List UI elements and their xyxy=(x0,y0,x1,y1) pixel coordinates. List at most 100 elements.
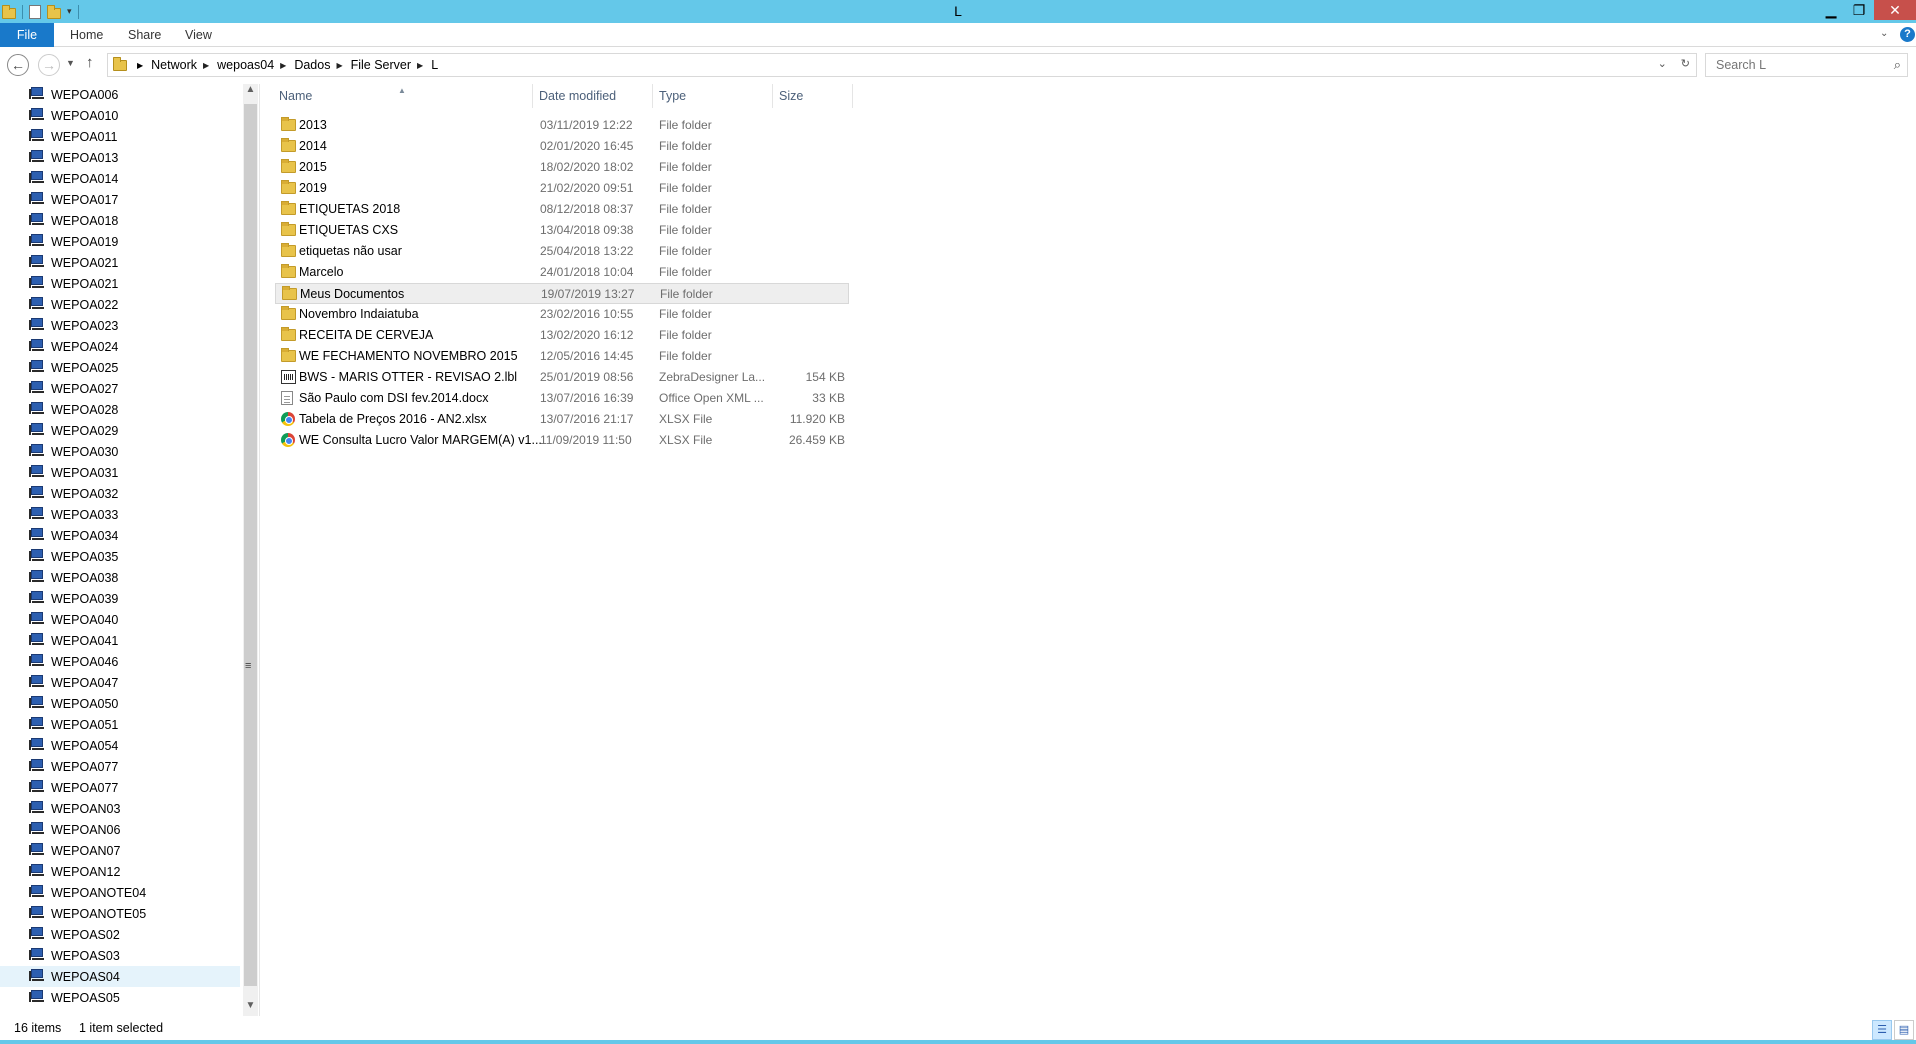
close-button[interactable]: ✕ xyxy=(1874,0,1916,20)
nav-item[interactable]: WEPOA077 xyxy=(0,777,240,798)
file-row[interactable]: 2013 03/11/2019 12:22 File folder xyxy=(275,115,849,136)
nav-item[interactable]: WEPOA034 xyxy=(0,525,240,546)
up-button[interactable]: ↑ xyxy=(86,54,94,71)
nav-item[interactable]: WEPOAN06 xyxy=(0,819,240,840)
nav-item[interactable]: WEPOA028 xyxy=(0,399,240,420)
nav-item[interactable]: WEPOA032 xyxy=(0,483,240,504)
address-history-dropdown-icon[interactable]: ⌄ xyxy=(1658,57,1667,70)
nav-item[interactable]: WEPOA006 xyxy=(0,84,240,105)
chevron-right-icon[interactable]: ▶ xyxy=(280,61,286,70)
tab-view[interactable]: View xyxy=(185,23,212,47)
scrollbar-thumb[interactable] xyxy=(244,104,257,986)
nav-item[interactable]: WEPOA011 xyxy=(0,126,240,147)
nav-item[interactable]: WEPOAS04 xyxy=(0,966,240,987)
nav-item[interactable]: WEPOA038 xyxy=(0,567,240,588)
expand-ribbon-icon[interactable]: ⌄ xyxy=(1880,28,1888,39)
file-row[interactable]: 2014 02/01/2020 16:45 File folder xyxy=(275,136,849,157)
column-header-date[interactable]: Date modified xyxy=(533,84,653,108)
navigation-pane[interactable]: WEPOA006 WEPOA010 WEPOA011 WEPOA013 WEPOA014… xyxy=(0,84,242,1016)
nav-item[interactable]: WEPOANOTE04 xyxy=(0,882,240,903)
file-row[interactable]: etiquetas não usar 25/04/2018 13:22 File f… xyxy=(275,241,849,262)
nav-item[interactable]: WEPOA010 xyxy=(0,105,240,126)
nav-item[interactable]: WEPOA024 xyxy=(0,336,240,357)
file-row[interactable]: WE FECHAMENTO NOVEMBRO 2015 12/05/2016 14… xyxy=(275,346,849,367)
search-icon[interactable]: ⌕ xyxy=(1894,57,1901,73)
column-header-type[interactable]: Type xyxy=(653,84,773,108)
file-row[interactable]: 2015 18/02/2020 18:02 File folder xyxy=(275,157,849,178)
nav-item[interactable]: WEPOA033 xyxy=(0,504,240,525)
nav-item[interactable]: WEPOA025 xyxy=(0,357,240,378)
nav-item[interactable]: WEPOA035 xyxy=(0,546,240,567)
nav-item[interactable]: WEPOA017 xyxy=(0,189,240,210)
nav-item[interactable]: WEPOA013 xyxy=(0,147,240,168)
breadcrumb-wepoas04[interactable]: wepoas04 ▶ xyxy=(217,58,294,72)
nav-item[interactable]: WEPOA014 xyxy=(0,168,240,189)
address-bar[interactable]: ▶ Network ▶ wepoas04 ▶ Dados ▶ File Server ▶… xyxy=(107,53,1697,77)
chevron-right-icon[interactable]: ▶ xyxy=(203,61,209,70)
nav-item[interactable]: WEPOA018 xyxy=(0,210,240,231)
file-row[interactable]: Marcelo 24/01/2018 10:04 File folder xyxy=(275,262,849,283)
file-row[interactable]: Tabela de Preços 2016 - AN2.xlsx 13/07/20… xyxy=(275,409,849,430)
nav-item[interactable]: WEPOA021 xyxy=(0,252,240,273)
chevron-right-icon[interactable]: ▶ xyxy=(336,61,342,70)
file-row[interactable]: BWS - MARIS OTTER - REVISAO 2.lbl 25/01/2… xyxy=(275,367,849,388)
chevron-right-icon[interactable]: ▶ xyxy=(137,61,143,70)
nav-pane-scrollbar[interactable]: ▲ ≡ ▼ xyxy=(243,84,258,1016)
nav-item[interactable]: WEPOANOTE05 xyxy=(0,903,240,924)
nav-item[interactable]: WEPOAN03 xyxy=(0,798,240,819)
restore-button[interactable]: ❐ xyxy=(1846,0,1872,20)
nav-item[interactable]: WEPOA054 xyxy=(0,735,240,756)
nav-item[interactable]: WEPOA041 xyxy=(0,630,240,651)
nav-item[interactable]: WEPOA050 xyxy=(0,693,240,714)
nav-item[interactable]: WEPOA047 xyxy=(0,672,240,693)
nav-item[interactable]: WEPOA051 xyxy=(0,714,240,735)
pane-splitter[interactable] xyxy=(259,84,260,1016)
column-header-size[interactable]: Size xyxy=(773,84,853,108)
scroll-down-icon[interactable]: ▼ xyxy=(243,1000,258,1016)
file-row[interactable]: ETIQUETAS CXS 13/04/2018 09:38 File folder xyxy=(275,220,849,241)
breadcrumb-network[interactable]: Network ▶ xyxy=(151,58,217,72)
large-icons-view-button[interactable]: ▤ xyxy=(1894,1020,1914,1040)
nav-item[interactable]: WEPOA077 xyxy=(0,756,240,777)
nav-item[interactable]: WEPOAS02 xyxy=(0,924,240,945)
file-row[interactable]: WE Consulta Lucro Valor MARGEM(A) v1... 1… xyxy=(275,430,849,451)
file-row[interactable]: Novembro Indaiatuba 23/02/2016 10:55 File … xyxy=(275,304,849,325)
nav-item[interactable]: WEPOA021 xyxy=(0,273,240,294)
breadcrumb-dados[interactable]: Dados ▶ xyxy=(294,58,350,72)
tab-share[interactable]: Share xyxy=(128,23,161,47)
search-input[interactable] xyxy=(1714,57,1884,73)
nav-item[interactable]: WEPOA027 xyxy=(0,378,240,399)
nav-item[interactable]: WEPOAS03 xyxy=(0,945,240,966)
refresh-icon[interactable]: ↻ xyxy=(1681,57,1690,70)
nav-item[interactable]: WEPOA030 xyxy=(0,441,240,462)
file-row[interactable]: 2019 21/02/2020 09:51 File folder xyxy=(275,178,849,199)
column-header-name[interactable]: Name ▲ xyxy=(273,84,533,108)
nav-item[interactable]: WEPOAN07 xyxy=(0,840,240,861)
nav-item[interactable]: WEPOA039 xyxy=(0,588,240,609)
file-row[interactable]: São Paulo com DSI fev.2014.docx 13/07/201… xyxy=(275,388,849,409)
nav-item[interactable]: WEPOA031 xyxy=(0,462,240,483)
nav-item[interactable]: WEPOA022 xyxy=(0,294,240,315)
nav-item[interactable]: WEPOA019 xyxy=(0,231,240,252)
nav-item[interactable]: WEPOA040 xyxy=(0,609,240,630)
forward-button[interactable]: → xyxy=(38,54,60,76)
nav-item[interactable]: WEPOA023 xyxy=(0,315,240,336)
recent-locations-icon[interactable]: ▼ xyxy=(66,58,75,68)
nav-item[interactable]: WEPOA046 xyxy=(0,651,240,672)
file-row[interactable]: RECEITA DE CERVEJA 13/02/2020 16:12 File f… xyxy=(275,325,849,346)
tab-home[interactable]: Home xyxy=(70,23,103,47)
details-view-button[interactable]: ☰ xyxy=(1872,1020,1892,1040)
file-row[interactable]: ETIQUETAS 2018 08/12/2018 08:37 File folde… xyxy=(275,199,849,220)
scroll-up-icon[interactable]: ▲ xyxy=(243,84,258,100)
nav-item[interactable]: WEPOAS05 xyxy=(0,987,240,1008)
nav-item[interactable]: WEPOAN12 xyxy=(0,861,240,882)
back-button[interactable]: ← xyxy=(7,54,29,76)
minimize-button[interactable]: ▁ xyxy=(1818,0,1844,20)
breadcrumb-file-server[interactable]: File Server ▶ xyxy=(351,58,432,72)
chevron-right-icon[interactable]: ▶ xyxy=(417,61,423,70)
nav-item[interactable]: WEPOA029 xyxy=(0,420,240,441)
tab-file[interactable]: File xyxy=(0,23,54,47)
search-box[interactable]: ⌕ xyxy=(1705,53,1908,77)
breadcrumb-l[interactable]: L xyxy=(431,58,438,72)
file-row[interactable]: Meus Documentos 19/07/2019 13:27 File fold… xyxy=(275,283,849,304)
